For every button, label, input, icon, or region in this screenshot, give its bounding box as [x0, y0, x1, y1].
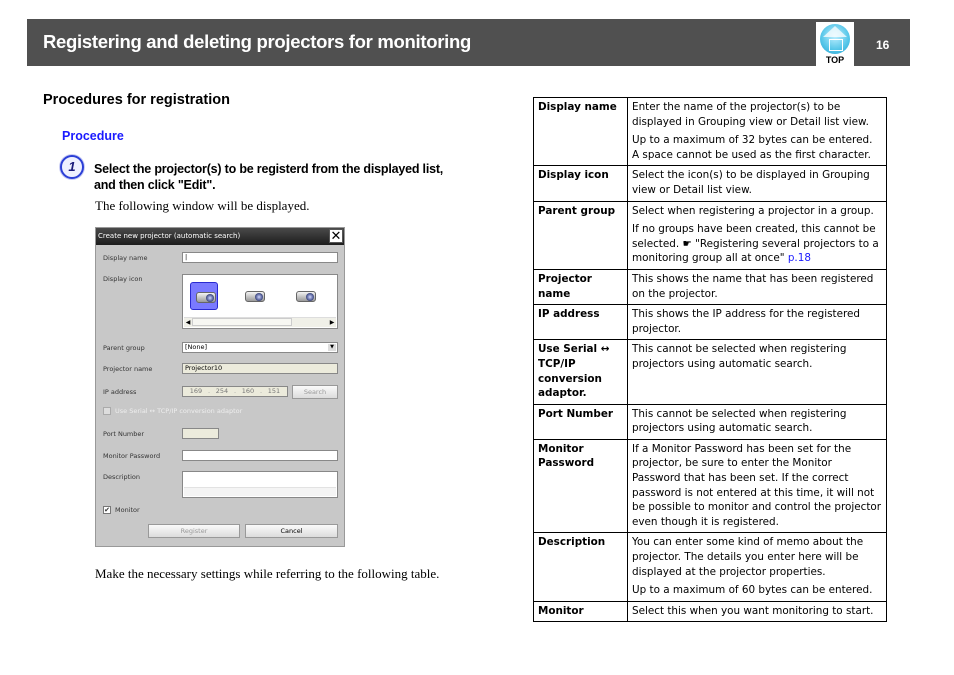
description-scrollbar[interactable]: [184, 487, 336, 496]
row-key: Description: [533, 532, 628, 602]
display-name-label: Display name: [103, 254, 148, 262]
section-title: Procedures for registration: [43, 92, 230, 108]
row-value: If a Monitor Password has been set for t…: [627, 438, 887, 534]
step-subtext: The following window will be displayed.: [95, 198, 310, 213]
row-key: Monitor: [533, 600, 628, 623]
row-value: Enter the name of the projector(s) to be…: [627, 96, 887, 167]
row-key: Monitor Password: [533, 438, 628, 534]
row-key: Display name: [533, 96, 628, 167]
dialog-title: Create new projector (automatic search): [98, 232, 241, 240]
ip-octet: 160: [241, 387, 255, 395]
table-row: Use Serial ↔ TCP/IP conversion adaptor. …: [533, 339, 887, 405]
page-number: 16: [876, 38, 890, 52]
row-value: Select this when you want monitoring to …: [627, 600, 887, 623]
description-label: Description: [103, 473, 141, 481]
row-key: Port Number: [533, 403, 628, 440]
display-icon-label: Display icon: [103, 275, 143, 283]
up-arrow-icon: [823, 26, 847, 37]
icon-list-scrollbar[interactable]: ◀ ▶: [184, 317, 336, 327]
step-instruction: Select the projector(s) to be registerd …: [94, 162, 444, 192]
scroll-left-icon[interactable]: ◀: [184, 318, 192, 327]
row-key: Display icon: [533, 165, 628, 202]
settings-table: Display name Enter the name of the proje…: [533, 96, 887, 623]
monitor-label: Monitor: [115, 506, 140, 514]
row-key: Parent group: [533, 200, 628, 270]
ip-address-label: IP address: [103, 388, 137, 396]
table-row: IP address This shows the IP address for…: [533, 304, 887, 341]
row-key: Use Serial ↔ TCP/IP conversion adaptor.: [533, 339, 628, 405]
parent-group-value: [None]: [185, 343, 208, 351]
row-value: You can enter some kind of memo about th…: [627, 532, 887, 602]
port-number-label: Port Number: [103, 430, 145, 438]
page-link[interactable]: p.18: [788, 252, 811, 264]
use-serial-checkbox[interactable]: [103, 407, 111, 415]
row-value: Select when registering a projector in a…: [627, 200, 887, 270]
monitor-checkbox[interactable]: ✔: [103, 506, 111, 514]
row-key: IP address: [533, 304, 628, 341]
row-value: This cannot be selected when registering…: [627, 339, 887, 405]
ip-octet: 151: [267, 387, 281, 395]
table-row: Port Number This cannot be selected when…: [533, 403, 887, 440]
projector-icon[interactable]: [240, 282, 268, 310]
monitor-password-input[interactable]: [182, 450, 338, 461]
parent-group-label: Parent group: [103, 344, 145, 352]
projector-name-field: Projector10: [182, 363, 338, 374]
projector-icon[interactable]: [190, 282, 218, 310]
table-row: Parent group Select when registering a p…: [533, 200, 887, 270]
create-projector-dialog: Create new projector (automatic search) …: [95, 227, 345, 547]
display-icon-list[interactable]: ◀ ▶: [182, 274, 338, 329]
table-intro-text: Make the necessary settings while referr…: [95, 566, 440, 581]
row-value: Select the icon(s) to be displayed in Gr…: [627, 165, 887, 202]
row-value: This cannot be selected when registering…: [627, 403, 887, 440]
top-label: TOP: [825, 55, 845, 65]
table-row: Projector name This shows the name that …: [533, 268, 887, 306]
use-serial-label: Use Serial ↔ TCP/IP conversion adaptor: [115, 407, 243, 415]
grid-icon: [829, 39, 843, 51]
table-row: Display name Enter the name of the proje…: [533, 96, 887, 167]
page-header: Registering and deleting projectors for …: [27, 19, 910, 66]
chevron-down-icon[interactable]: ▼: [328, 344, 336, 351]
description-input[interactable]: [182, 471, 338, 498]
port-number-field: [182, 428, 219, 439]
cancel-button[interactable]: Cancel: [245, 524, 338, 538]
ip-address-field: 169. 254. 160. 151: [182, 386, 288, 397]
projector-icon[interactable]: [291, 282, 319, 310]
row-value: This shows the IP address for the regist…: [627, 304, 887, 341]
table-row: Monitor Password If a Monitor Password h…: [533, 438, 887, 534]
ip-octet: 254: [215, 387, 229, 395]
close-icon[interactable]: ✕: [329, 229, 343, 244]
table-row: Display icon Select the icon(s) to be di…: [533, 165, 887, 202]
ip-octet: 169: [189, 387, 203, 395]
row-key: Projector name: [533, 268, 628, 306]
scroll-right-icon[interactable]: ▶: [328, 318, 336, 327]
monitor-password-label: Monitor Password: [103, 452, 161, 460]
row-value: This shows the name that has been regist…: [627, 268, 887, 306]
top-link-button[interactable]: TOP: [816, 22, 854, 66]
procedure-label: Procedure: [62, 129, 124, 143]
projector-name-label: Projector name: [103, 365, 153, 373]
pointing-hand-icon: ☛: [682, 237, 692, 250]
step-number-icon: 1: [60, 155, 84, 179]
dialog-titlebar: Create new projector (automatic search) …: [96, 228, 344, 245]
page-title: Registering and deleting projectors for …: [43, 31, 471, 52]
register-button[interactable]: Register: [148, 524, 240, 538]
search-button[interactable]: Search: [292, 385, 338, 399]
table-row: Description You can enter some kind of m…: [533, 532, 887, 602]
parent-group-select[interactable]: [None] ▼: [182, 342, 338, 353]
display-name-input[interactable]: |: [182, 252, 338, 263]
table-row: Monitor Select this when you want monito…: [533, 600, 887, 623]
scroll-thumb[interactable]: [192, 318, 292, 326]
